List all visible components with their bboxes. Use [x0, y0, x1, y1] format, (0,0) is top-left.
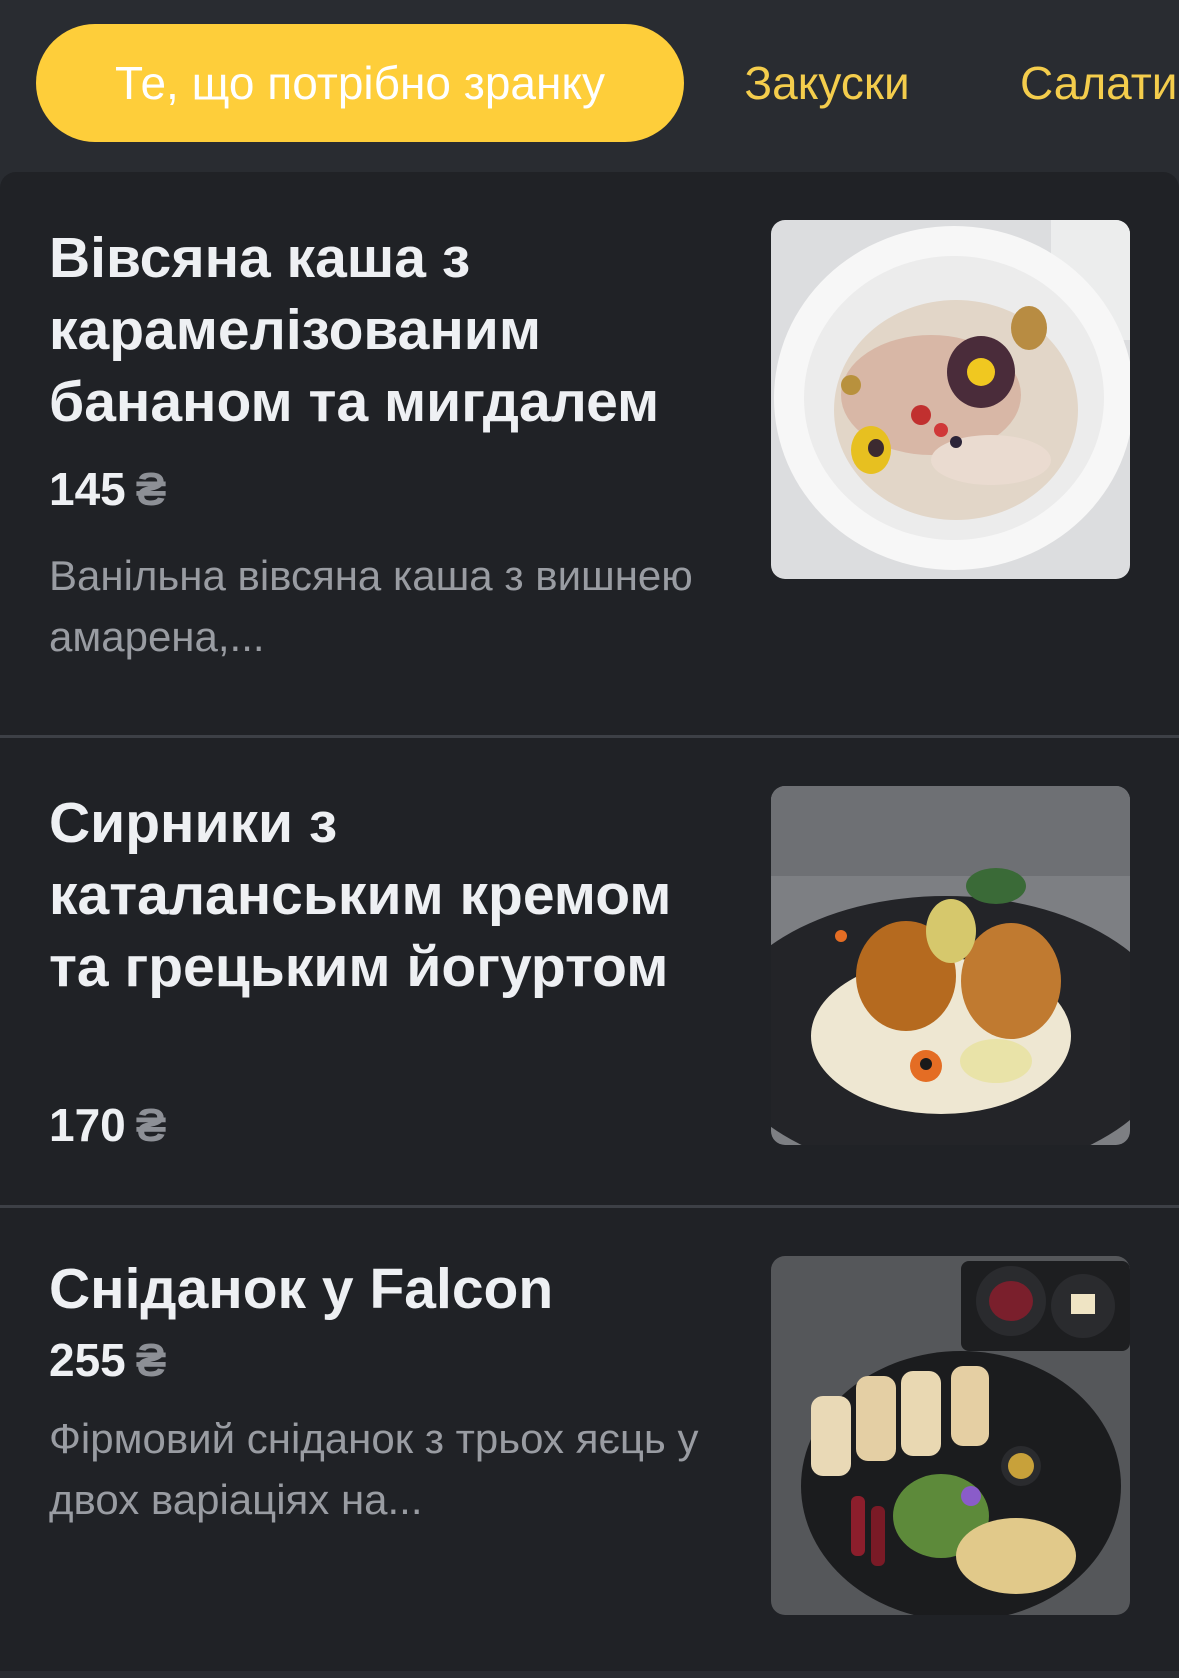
category-tabs: Те, що потрібно зранку Закуски Салати: [0, 0, 1179, 170]
tab-breakfast[interactable]: Те, що потрібно зранку: [36, 24, 684, 142]
oatmeal-photo[interactable]: [771, 220, 1130, 579]
item-title: Сніданок у Falcon: [49, 1257, 554, 1321]
price-value: 255: [49, 1334, 126, 1386]
menu-list: Вівсяна каша з карамелізованим бананом т…: [0, 172, 1179, 1671]
menu-item-oatmeal[interactable]: Вівсяна каша з карамелізованим бананом т…: [0, 172, 1179, 738]
item-title: Вівсяна каша з карамелізованим бананом т…: [49, 226, 660, 434]
price-value: 145: [49, 463, 126, 515]
menu-item-falcon-breakfast[interactable]: Сніданок у Falcon 255 ₴ Фірмовий сніданок…: [0, 1208, 1179, 1678]
breakfast-photo[interactable]: [771, 1256, 1130, 1615]
syrniki-photo[interactable]: [771, 786, 1130, 1145]
item-price: 145 ₴: [49, 462, 166, 516]
item-title: Сирники з каталанським кремом та грецьки…: [49, 791, 672, 999]
menu-item-syrniki[interactable]: Сирники з каталанським кремом та грецьки…: [0, 738, 1179, 1208]
currency-symbol: ₴: [135, 463, 167, 515]
item-description: Фірмовий сніданок з трьох яєць у двох ва…: [49, 1415, 699, 1523]
currency-symbol: ₴: [135, 1334, 167, 1386]
item-price: 255 ₴: [49, 1333, 166, 1387]
tab-salads[interactable]: Салати: [990, 24, 1179, 142]
item-price: 170 ₴: [49, 1098, 166, 1152]
item-description: Ванільна вівсяна каша з вишнею амарена,.…: [49, 552, 693, 660]
price-value: 170: [49, 1099, 126, 1151]
tab-snacks[interactable]: Закуски: [700, 24, 954, 142]
currency-symbol: ₴: [135, 1099, 167, 1151]
